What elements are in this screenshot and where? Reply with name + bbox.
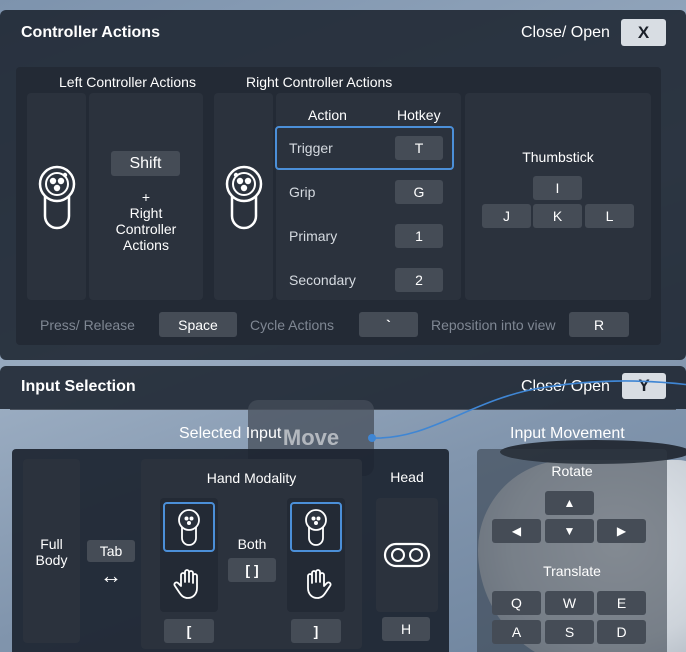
tab-key[interactable]: Tab: [87, 540, 135, 562]
swap-arrow-icon: ↔: [100, 563, 122, 588]
translate-d-key[interactable]: D: [597, 620, 646, 644]
input-movement-title: Input Movement: [510, 425, 625, 442]
head-label: Head: [390, 469, 424, 485]
left-controller-icon: [30, 160, 84, 234]
left-controller-actions-header: Left Controller Actions: [59, 74, 196, 90]
selected-input-label: Selected Input: [179, 425, 282, 442]
left-hand-icon: [163, 560, 215, 606]
head-key[interactable]: H: [382, 617, 430, 641]
right-ctrl-text-line2: Controller: [115, 221, 177, 237]
hotkey-column-header: Hotkey: [397, 107, 441, 123]
plus-text: +: [141, 189, 151, 205]
reposition-label: Reposition into view: [431, 317, 556, 333]
controller-actions-close-open-label: Close/ Open: [521, 24, 610, 41]
vr-headset-icon: [376, 535, 438, 575]
translate-q-key[interactable]: Q: [492, 591, 541, 615]
right-small-controller-icon: [290, 502, 342, 552]
cycle-actions-label: Cycle Actions: [250, 317, 335, 333]
right-ctrl-text-line3: Actions: [123, 237, 169, 253]
both-key[interactable]: [ ]: [228, 558, 276, 582]
primary-action-label: Primary: [289, 228, 338, 244]
translate-e-key[interactable]: E: [597, 591, 646, 615]
secondary-hotkey[interactable]: 2: [395, 268, 443, 292]
thumbstick-left-key[interactable]: J: [482, 204, 531, 228]
action-column-header: Action: [308, 107, 347, 123]
translate-w-key[interactable]: W: [545, 591, 594, 615]
rotate-right-key[interactable]: ▶: [597, 519, 646, 543]
rotate-up-key[interactable]: ▲: [545, 491, 594, 515]
controller-actions-title: Controller Actions: [21, 24, 160, 41]
hand-modality-label: Hand Modality: [206, 470, 297, 486]
press-release-label: Press/ Release: [40, 317, 135, 333]
press-release-key[interactable]: Space: [159, 312, 237, 337]
trigger-action-label: Trigger: [289, 140, 333, 156]
translate-s-key[interactable]: S: [545, 620, 594, 644]
both-label: Both: [237, 536, 267, 552]
primary-hotkey[interactable]: 1: [395, 224, 443, 248]
rotate-label: Rotate: [551, 463, 593, 479]
right-hand-key[interactable]: ]: [291, 619, 341, 643]
full-body-label-line1: Full: [40, 536, 63, 552]
grip-hotkey[interactable]: G: [395, 180, 443, 204]
background-move-label: Move: [282, 425, 340, 450]
full-body-label-line2: Body: [35, 552, 68, 568]
right-controller-icon: [217, 160, 271, 234]
right-controller-actions-header: Right Controller Actions: [246, 74, 393, 90]
thumbstick-up-key[interactable]: I: [533, 176, 582, 200]
thumbstick-right-key[interactable]: L: [585, 204, 634, 228]
input-selection-title: Input Selection: [21, 378, 136, 395]
translate-a-key[interactable]: A: [492, 620, 541, 644]
shift-key[interactable]: Shift: [111, 151, 180, 176]
secondary-action-label: Secondary: [289, 272, 356, 288]
controller-actions-close-open-button[interactable]: X: [621, 19, 666, 46]
right-ctrl-text-line1: Right: [129, 205, 163, 221]
rotate-down-key[interactable]: ▼: [545, 519, 594, 543]
thumbstick-down-key[interactable]: K: [533, 204, 582, 228]
trigger-hotkey[interactable]: T: [395, 136, 443, 160]
grip-action-label: Grip: [289, 184, 316, 200]
left-small-controller-icon: [163, 502, 215, 552]
rotate-left-key[interactable]: ◀: [492, 519, 541, 543]
left-hand-key[interactable]: [: [164, 619, 214, 643]
translate-label: Translate: [543, 563, 601, 579]
cycle-actions-key[interactable]: `: [359, 312, 418, 337]
right-hand-icon: [290, 560, 342, 606]
thumbstick-title: Thumbstick: [522, 149, 594, 165]
reposition-key[interactable]: R: [569, 312, 629, 337]
